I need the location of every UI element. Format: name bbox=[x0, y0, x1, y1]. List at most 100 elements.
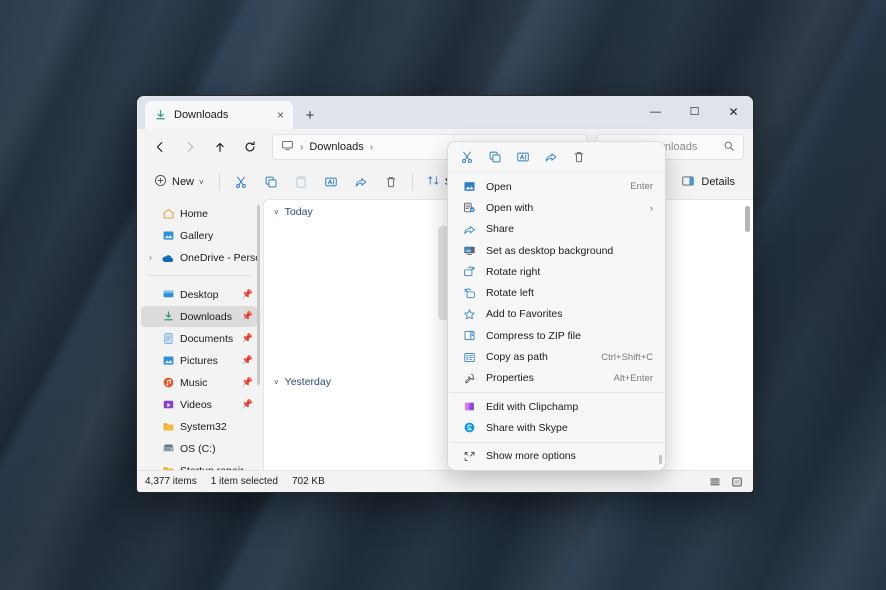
rename-icon[interactable] bbox=[510, 145, 536, 169]
show-more-icon bbox=[462, 449, 477, 464]
sidebar-item-label-onedrive: OneDrive - Personal bbox=[180, 252, 257, 264]
sidebar-item-pictures[interactable]: Pictures 📌 bbox=[141, 350, 257, 371]
context-item-label-show-more-options: Show more options bbox=[486, 450, 653, 462]
share-button[interactable] bbox=[347, 169, 375, 195]
sidebar-item-videos[interactable]: Videos 📌 bbox=[141, 394, 257, 415]
gallery-icon bbox=[161, 229, 175, 243]
sidebar-item-startup-repair[interactable]: Startup repair bbox=[141, 460, 257, 470]
sidebar-item-label-startup-repair: Startup repair bbox=[180, 465, 257, 471]
context-item-rotate-left[interactable]: Rotate left bbox=[451, 282, 662, 303]
copy-path-icon bbox=[462, 350, 477, 365]
context-item-label-rotate-right: Rotate right bbox=[486, 266, 653, 278]
breadcrumb[interactable]: Downloads bbox=[309, 141, 363, 153]
minimize-button[interactable]: — bbox=[636, 96, 675, 127]
sidebar-item-label-gallery: Gallery bbox=[180, 230, 257, 242]
context-item-rotate-right[interactable]: Rotate right bbox=[451, 261, 662, 282]
sidebar-item-onedrive[interactable]: › OneDrive - Personal bbox=[141, 247, 257, 268]
context-item-add-to-favorites[interactable]: Add to Favorites bbox=[451, 304, 662, 325]
sidebar-item-gallery[interactable]: Gallery bbox=[141, 225, 257, 246]
videos-icon bbox=[161, 398, 175, 412]
list-view-button[interactable] bbox=[707, 474, 723, 489]
monitor-icon bbox=[281, 139, 294, 155]
pin-icon-videos[interactable]: 📌 bbox=[242, 399, 257, 410]
pin-icon-music[interactable]: 📌 bbox=[242, 377, 257, 388]
music-icon bbox=[161, 376, 175, 390]
maximize-button[interactable]: ☐ bbox=[675, 96, 714, 127]
up-button[interactable] bbox=[206, 134, 234, 160]
context-item-label-share-with-skype: Share with Skype bbox=[486, 422, 653, 434]
context-item-open[interactable]: Open Enter bbox=[451, 176, 662, 197]
tab-downloads[interactable]: Downloads × bbox=[145, 101, 293, 129]
view-toggles bbox=[707, 474, 745, 489]
context-item-copy-as-path[interactable]: Copy as path Ctrl+Shift+C bbox=[451, 346, 662, 367]
sidebar-item-label-desktop: Desktop bbox=[180, 289, 237, 301]
chevron-down-icon-today[interactable]: ˅ bbox=[274, 208, 279, 217]
context-item-shortcut-copy-as-path: Ctrl+Shift+C bbox=[601, 352, 653, 363]
context-item-label-add-to-favorites: Add to Favorites bbox=[486, 308, 653, 320]
folder-icon bbox=[161, 420, 175, 434]
back-button[interactable] bbox=[146, 134, 174, 160]
delete-button[interactable] bbox=[377, 169, 405, 195]
new-button[interactable]: New ˅ bbox=[146, 169, 212, 195]
breadcrumb-separator-trailing[interactable]: › bbox=[370, 142, 373, 153]
cut-icon[interactable] bbox=[454, 145, 480, 169]
sidebar-item-label-downloads: Downloads bbox=[180, 311, 237, 323]
sidebar-item-music[interactable]: Music 📌 bbox=[141, 372, 257, 393]
properties-icon bbox=[462, 371, 477, 386]
paste-button[interactable] bbox=[287, 169, 315, 195]
copy-button[interactable] bbox=[257, 169, 285, 195]
home-icon bbox=[161, 207, 175, 221]
selection-status: 1 item selected bbox=[211, 476, 278, 487]
new-tab-button[interactable]: + bbox=[297, 102, 323, 128]
onedrive-icon bbox=[161, 251, 175, 265]
share-icon[interactable] bbox=[538, 145, 564, 169]
pin-icon[interactable]: 📌 bbox=[242, 289, 257, 300]
context-item-label-copy-as-path: Copy as path bbox=[486, 351, 592, 363]
context-item-shortcut-open: Enter bbox=[630, 181, 653, 192]
context-item-label-open: Open bbox=[486, 181, 621, 193]
context-item-share-with-skype[interactable]: Share with Skype bbox=[451, 417, 662, 438]
rename-button[interactable] bbox=[317, 169, 345, 195]
pin-icon-downloads[interactable]: 📌 bbox=[242, 311, 257, 322]
documents-icon bbox=[161, 332, 175, 346]
forward-button[interactable] bbox=[176, 134, 204, 160]
context-item-show-more-options[interactable]: Show more options bbox=[451, 446, 662, 467]
context-item-label-set-desktop-background: Set as desktop background bbox=[486, 245, 653, 257]
delete-icon[interactable] bbox=[566, 145, 592, 169]
rotate-right-icon bbox=[462, 264, 477, 279]
sidebar-item-downloads[interactable]: Downloads 📌 bbox=[141, 306, 257, 327]
sidebar-item-home[interactable]: Home bbox=[141, 203, 257, 224]
tile-view-button[interactable] bbox=[729, 474, 745, 489]
close-icon[interactable]: × bbox=[274, 109, 287, 121]
star-icon bbox=[462, 307, 477, 322]
content-scrollbar[interactable] bbox=[745, 206, 750, 232]
context-item-compress-to-zip[interactable]: Compress to ZIP file bbox=[451, 325, 662, 346]
context-item-share[interactable]: Share bbox=[451, 219, 662, 240]
desktop-background-icon bbox=[462, 243, 477, 258]
image-file-icon bbox=[462, 179, 477, 194]
pictures-icon bbox=[161, 354, 175, 368]
context-menu-toolbar bbox=[448, 142, 665, 172]
sidebar-item-documents[interactable]: Documents 📌 bbox=[141, 328, 257, 349]
copy-icon[interactable] bbox=[482, 145, 508, 169]
chevron-right-icon[interactable]: › bbox=[145, 253, 156, 262]
pin-icon-pictures[interactable]: 📌 bbox=[242, 355, 257, 366]
context-item-properties[interactable]: Properties Alt+Enter bbox=[451, 368, 662, 389]
context-item-set-desktop-background[interactable]: Set as desktop background bbox=[451, 240, 662, 261]
chevron-down-icon-yesterday[interactable]: ˅ bbox=[274, 378, 279, 387]
zip-icon bbox=[462, 328, 477, 343]
pin-icon-documents[interactable]: 📌 bbox=[242, 333, 257, 344]
context-item-open-with[interactable]: Open with › bbox=[451, 197, 662, 218]
status-bar: 4,377 items 1 item selected 702 KB bbox=[137, 470, 753, 492]
sidebar-item-system32[interactable]: System32 bbox=[141, 416, 257, 437]
close-window-button[interactable]: ✕ bbox=[714, 96, 753, 127]
details-pane-button[interactable]: Details bbox=[672, 169, 744, 195]
sidebar-item-os-c[interactable]: OS (C:) bbox=[141, 438, 257, 459]
refresh-button[interactable] bbox=[236, 134, 264, 160]
sidebar-scrollbar[interactable] bbox=[257, 205, 260, 385]
cut-button[interactable] bbox=[227, 169, 255, 195]
context-item-label-properties: Properties bbox=[486, 372, 605, 384]
breadcrumb-separator: › bbox=[300, 142, 303, 153]
context-item-edit-with-clipchamp[interactable]: Edit with Clipchamp bbox=[451, 396, 662, 417]
sidebar-item-desktop[interactable]: Desktop 📌 bbox=[141, 284, 257, 305]
